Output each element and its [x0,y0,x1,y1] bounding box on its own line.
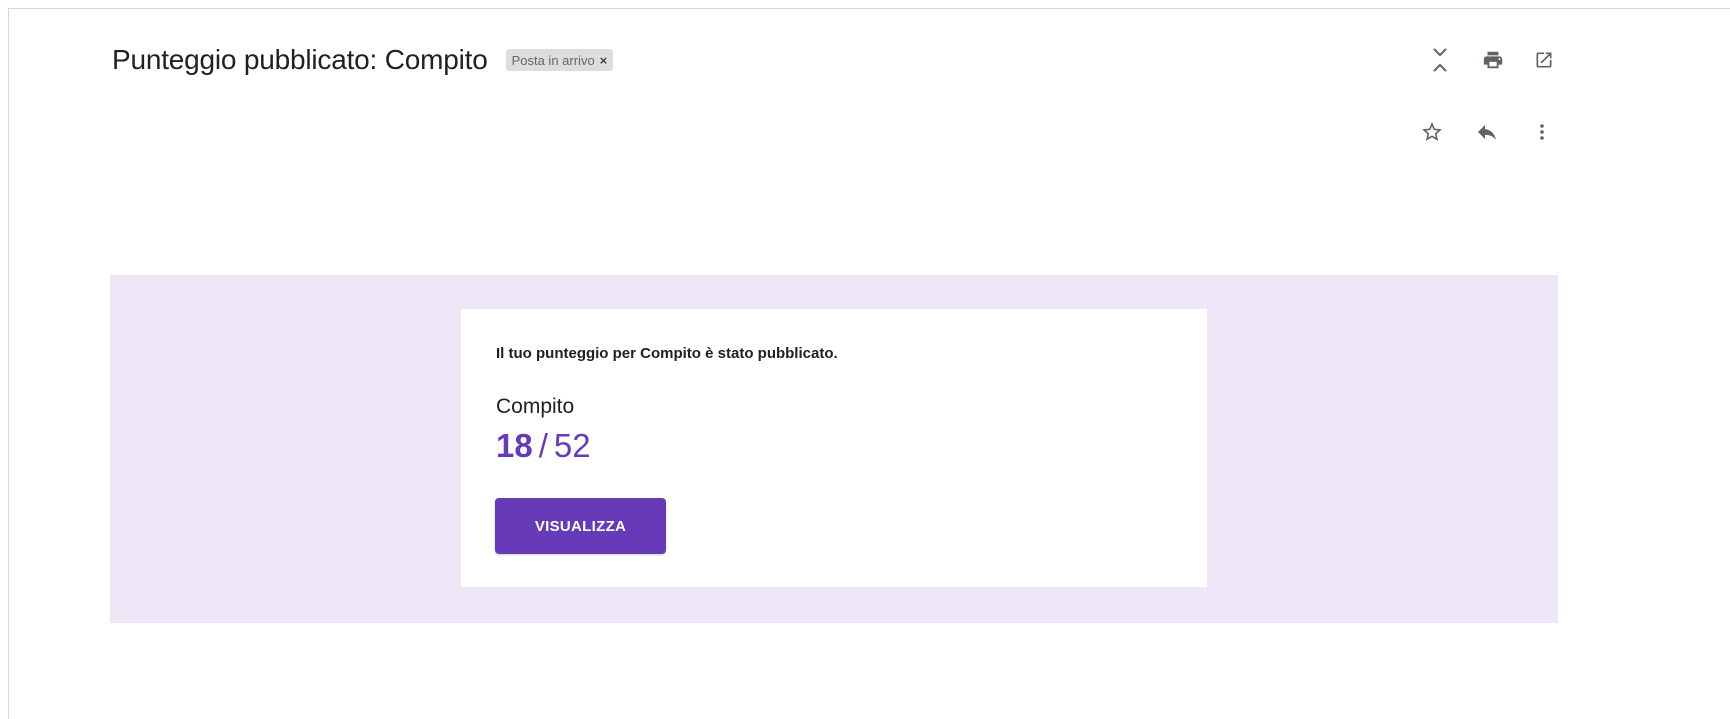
score-card: Il tuo punteggio per Compito è stato pub… [461,309,1207,587]
score-earned: 18 [496,427,533,464]
score-separator: / [538,427,548,464]
inbox-label-chip[interactable]: Posta in arrivo × [505,49,614,71]
score-published-message: Il tuo punteggio per Compito è stato pub… [496,345,838,362]
more-vert-icon[interactable] [1526,116,1558,148]
inbox-label-text: Posta in arrivo [511,52,595,68]
email-subject: Punteggio pubblicato: Compito [112,44,488,75]
reply-icon[interactable] [1471,116,1503,148]
score-value: 18/52 [496,427,591,465]
score-total: 52 [553,427,591,464]
star-icon[interactable] [1416,116,1448,148]
subject-row: Punteggio pubblicato: Compito Posta in a… [112,40,614,80]
expand-collapse-icon[interactable] [1424,44,1456,76]
remove-label-icon[interactable]: × [600,53,608,68]
print-icon[interactable] [1477,44,1509,76]
open-new-window-icon[interactable] [1528,44,1560,76]
assignment-title: Compito [496,395,575,418]
view-button[interactable]: VISUALIZZA [495,498,666,554]
